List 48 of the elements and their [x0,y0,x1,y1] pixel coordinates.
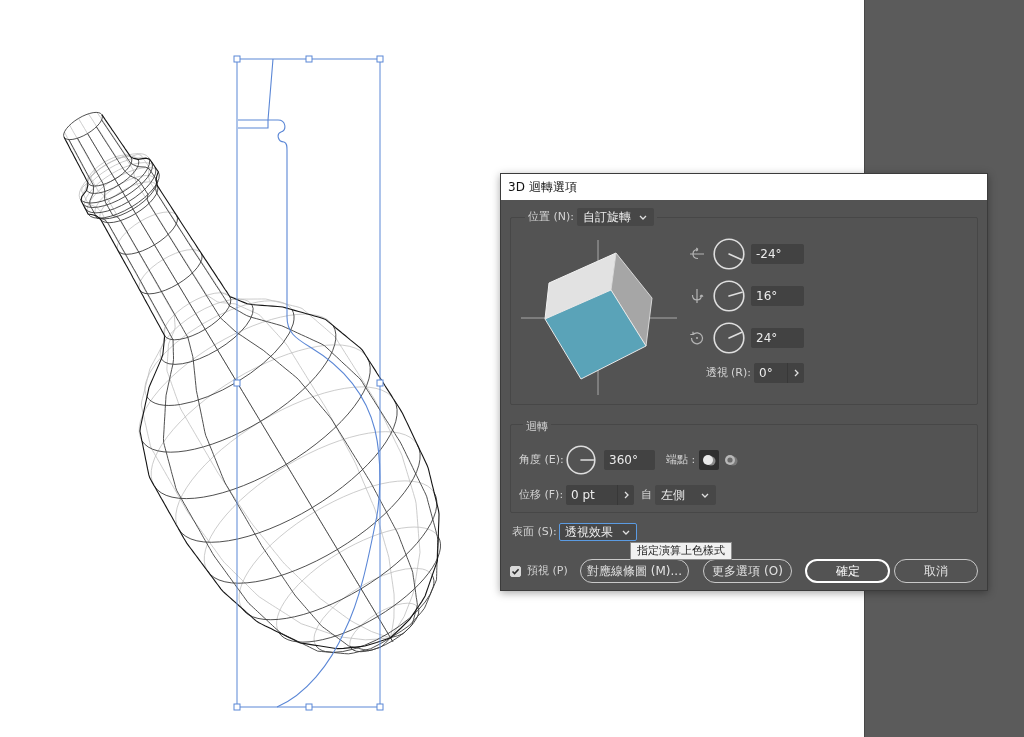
circular-arrow-icon [689,330,705,346]
perspective-label: 透視 (R): [705,366,751,380]
angle-field[interactable]: 360° [604,450,655,470]
preview-checkbox[interactable] [510,565,521,577]
horizontal-axis-rotation-icon [689,246,705,262]
cube-preview-drawing[interactable] [521,238,677,398]
preview-label: 預視 (P) [527,564,568,578]
position-label: 位置 (N): [528,210,574,224]
offset-label: 位移 (F): [519,488,564,502]
chevron-right-icon [623,491,629,499]
ring-circles-icon [724,453,739,467]
chevron-down-icon [621,529,630,535]
preset-dropdown[interactable]: 自訂旋轉 [577,208,654,226]
angle-field[interactable]: 24° [751,328,804,348]
side-dropdown[interactable]: 左側 [655,485,716,505]
dialog-title: 3D 迴轉選項 [508,178,577,196]
revolve-label: 迴轉 [526,420,548,433]
angle-dial[interactable] [713,280,745,312]
selection-handle[interactable] [233,55,241,63]
angle-field[interactable]: -24° [751,244,804,264]
cap-label: 端點 : [666,453,696,467]
chevron-right-icon [793,369,799,377]
tooltip: 指定演算上色樣式 [630,542,732,560]
selection-handle[interactable] [376,379,384,387]
arrow-button[interactable] [617,485,634,505]
selection-handle[interactable] [233,379,241,387]
selection-handle[interactable] [233,703,241,711]
arrow-button[interactable] [787,363,804,383]
surface-dropdown[interactable]: 透視效果 [558,523,637,541]
surface-label: 表面 (S): [512,525,557,539]
angle-dial[interactable] [713,238,745,270]
selection-handle[interactable] [305,703,313,711]
angle-dial[interactable] [713,322,745,354]
chevron-down-icon [701,492,709,498]
angle-field[interactable]: 16° [751,286,804,306]
cap-on-button[interactable] [699,450,720,470]
filled-circles-icon [702,453,717,467]
vertical-axis-rotation-icon [689,288,705,304]
from-label: 自 [641,488,652,502]
perspective-field[interactable]: 0° [754,363,787,383]
chevron-down-icon [639,214,647,220]
offset-field[interactable]: 0 pt [566,485,617,505]
selection-handle[interactable] [305,55,313,63]
angle-dial[interactable] [566,445,596,475]
selection-handle[interactable] [376,703,384,711]
angle-label: 角度 (E): [519,453,564,467]
ok-button[interactable]: 確定 [805,559,890,583]
selection-handle[interactable] [376,55,384,63]
